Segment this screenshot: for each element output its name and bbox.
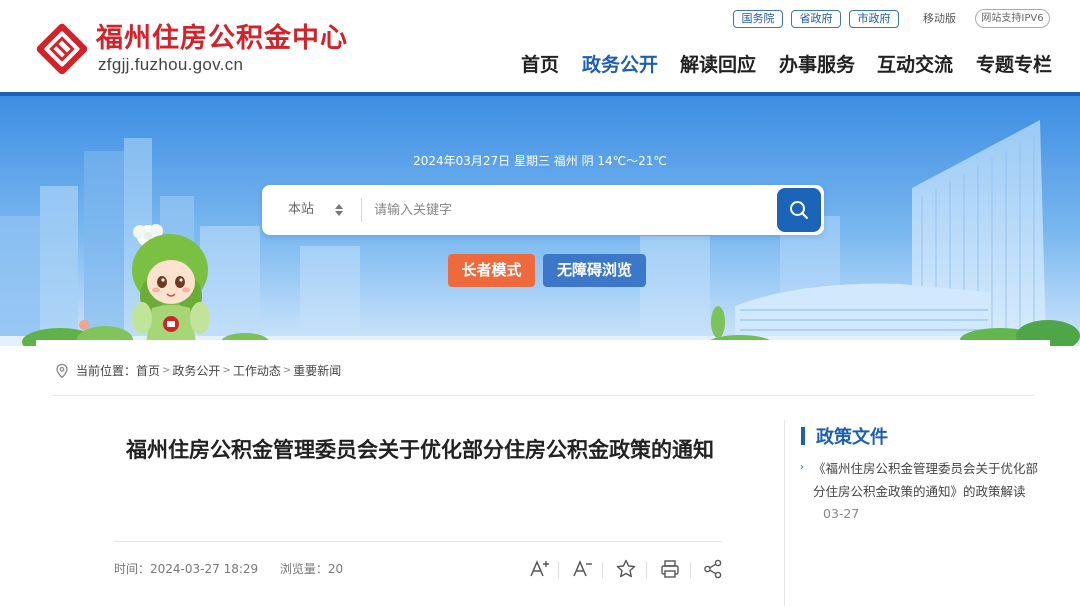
nav-special-topics[interactable]: 专题专栏	[976, 51, 1052, 79]
sidebar-item-text[interactable]: 《福州住房公积金管理委员会关于优化部分住房公积金政策的通知》的政策解读 03-27	[813, 458, 1040, 526]
mascot-illustration	[132, 224, 210, 342]
banner: 2024年03月27日 星期三 福州 阴 14℃～21℃ 本站 长者模式 无障碍…	[0, 96, 1080, 346]
breadcrumb-home[interactable]: 首页	[136, 362, 160, 380]
search-input[interactable]	[374, 194, 764, 226]
nav-services[interactable]: 办事服务	[779, 51, 855, 79]
select-caret-icon[interactable]	[334, 202, 344, 218]
tool-separator	[602, 562, 603, 578]
article-meta-divider	[114, 541, 722, 542]
sidebar-title: 政策文件	[816, 427, 888, 448]
breadcrumb-separator: >	[282, 365, 292, 376]
breadcrumb-important-news[interactable]: 重要新闻	[293, 362, 341, 380]
tool-separator	[690, 562, 691, 578]
font-increase-icon[interactable]	[528, 558, 550, 580]
nav-interpretation[interactable]: 解读回应	[680, 51, 756, 79]
views-label: 浏览量：	[279, 562, 328, 576]
nav-government-affairs[interactable]: 政务公开	[582, 51, 658, 79]
logo-icon	[36, 23, 88, 75]
breadcrumb-prefix: 当前位置：	[76, 364, 137, 378]
breadcrumb-separator: >	[222, 365, 231, 376]
view-count: 20	[327, 562, 344, 576]
column-divider	[784, 420, 785, 606]
site-header: 福州住房公积金中心 zfgjj.fuzhou.gov.cn 国务院 省政府 市政…	[0, 0, 1080, 92]
star-icon[interactable]	[615, 558, 637, 580]
elder-mode-button[interactable]: 长者模式	[448, 254, 535, 287]
breadcrumb-work-news[interactable]: 工作动态	[233, 362, 281, 380]
top-link-shengzhengfu[interactable]: 省政府	[791, 10, 841, 28]
font-decrease-icon[interactable]	[571, 558, 593, 580]
top-link-guowuyuan[interactable]: 国务院	[733, 10, 783, 28]
sidebar-title-marker	[801, 427, 805, 445]
search-scope-select[interactable]: 本站	[288, 185, 314, 235]
location-pin-icon	[56, 363, 68, 379]
article-title: 福州住房公积金管理委员会关于优化部分住房公积金政策的通知	[126, 438, 714, 462]
time-label: 时间：	[114, 562, 151, 576]
breadcrumb-government-affairs[interactable]: 政务公开	[172, 362, 220, 380]
site-domain: zfgjj.fuzhou.gov.cn	[98, 55, 244, 74]
tool-separator	[646, 562, 647, 578]
ipv6-badge: 网站支持IPV6	[975, 9, 1050, 28]
search-box: 本站	[262, 185, 824, 235]
mobile-version-link[interactable]: 移动版	[923, 10, 956, 28]
breadcrumb: 当前位置： 首页 > 政务公开 > 工作动态 > 重要新闻	[54, 362, 341, 380]
share-icon[interactable]	[702, 558, 724, 580]
content-panel: 当前位置： 首页 > 政务公开 > 工作动态 > 重要新闻 福州住房公积金管理委…	[36, 340, 1050, 606]
sidebar-item-date: 03-27	[823, 506, 860, 521]
search-divider	[361, 198, 362, 222]
nav-home[interactable]: 首页	[521, 51, 559, 79]
print-icon[interactable]	[659, 558, 681, 580]
breadcrumb-divider	[52, 395, 1034, 396]
nav-interaction[interactable]: 互动交流	[877, 51, 953, 79]
publish-time: 2024-03-27 18:29	[150, 562, 259, 576]
article-meta: 时间：2024-03-27 18:29 浏览量：20	[114, 560, 343, 577]
tool-separator	[558, 562, 559, 578]
site-name: 福州住房公积金中心	[96, 23, 348, 54]
chevron-right-icon: ›	[800, 462, 804, 473]
search-button[interactable]	[777, 188, 821, 232]
search-icon	[790, 201, 808, 219]
sidebar-item-title[interactable]: 《福州住房公积金管理委员会关于优化部分住房公积金政策的通知》的政策解读	[813, 461, 1038, 499]
date-weather: 2024年03月27日 星期三 福州 阴 14℃～21℃	[413, 154, 667, 168]
accessibility-button[interactable]: 无障碍浏览	[543, 254, 646, 287]
top-link-shizhengfu[interactable]: 市政府	[849, 10, 899, 28]
breadcrumb-separator: >	[162, 365, 171, 376]
